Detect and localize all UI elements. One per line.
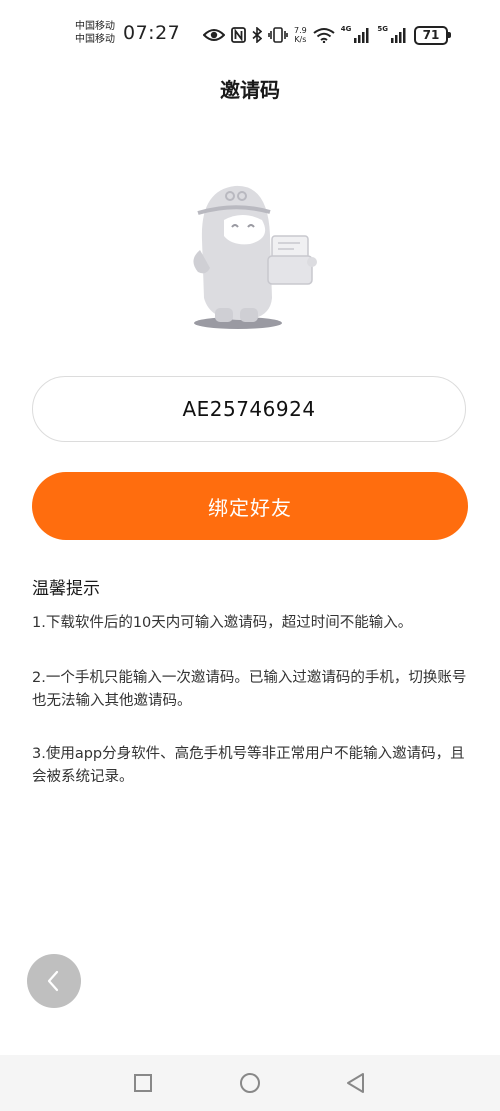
- tip-item: 1.下载软件后的10天内可输入邀请码，超过时间不能输入。: [32, 615, 413, 631]
- bind-friend-button-label: 绑定好友: [208, 495, 292, 520]
- chevron-left-icon: [47, 970, 59, 992]
- nav-back-button[interactable]: [344, 1071, 368, 1095]
- eye-icon: [203, 29, 225, 41]
- status-bar: 中国移动 中国移动 07:27 7.9 K/s 4G 5G 71: [0, 0, 500, 68]
- bind-friend-button[interactable]: 绑定好友: [32, 472, 468, 540]
- nfc-icon: [231, 27, 246, 43]
- carrier-info: 中国移动 中国移动: [75, 20, 115, 46]
- invite-code-field[interactable]: AE25746924: [32, 376, 466, 442]
- status-icons: 7.9 K/s 4G 5G 71: [203, 22, 451, 48]
- tip-item: 3.使用app分身软件、高危手机号等非正常用户不能输入邀请码，且会被系统记录。: [32, 746, 465, 785]
- square-icon: [134, 1074, 152, 1092]
- signal-icon: [390, 28, 406, 43]
- signal-1-label: 4G: [340, 25, 352, 33]
- tips-heading: 温馨提示: [32, 579, 100, 599]
- clock: 07:27: [123, 22, 181, 44]
- mascot-illustration: [193, 185, 317, 329]
- net-speed: 7.9 K/s: [294, 26, 307, 44]
- recent-apps-button[interactable]: [131, 1071, 155, 1095]
- invite-code-value: AE25746924: [182, 397, 316, 421]
- circle-icon: [240, 1073, 260, 1093]
- wifi-icon: [313, 28, 335, 43]
- page-title: 邀请码: [220, 78, 280, 102]
- system-nav-bar: [0, 1055, 500, 1111]
- net-speed-unit: K/s: [294, 35, 307, 44]
- carrier-2: 中国移动: [75, 34, 115, 45]
- triangle-back-icon: [347, 1073, 364, 1093]
- vibrate-icon: [268, 27, 288, 43]
- signal-icon: [354, 28, 369, 43]
- signal-2-label: 5G: [377, 25, 388, 33]
- carrier-1: 中国移动: [75, 21, 115, 32]
- battery-icon: 71: [413, 25, 451, 45]
- tip-item: 2.一个手机只能输入一次邀请码。已输入过邀请码的手机，切换账号也无法输入其他邀请…: [32, 670, 467, 709]
- battery-level: 71: [422, 28, 440, 42]
- bluetooth-icon: [252, 27, 262, 43]
- net-speed-value: 7.9: [294, 26, 307, 35]
- home-button[interactable]: [238, 1071, 262, 1095]
- back-button[interactable]: [27, 954, 81, 1008]
